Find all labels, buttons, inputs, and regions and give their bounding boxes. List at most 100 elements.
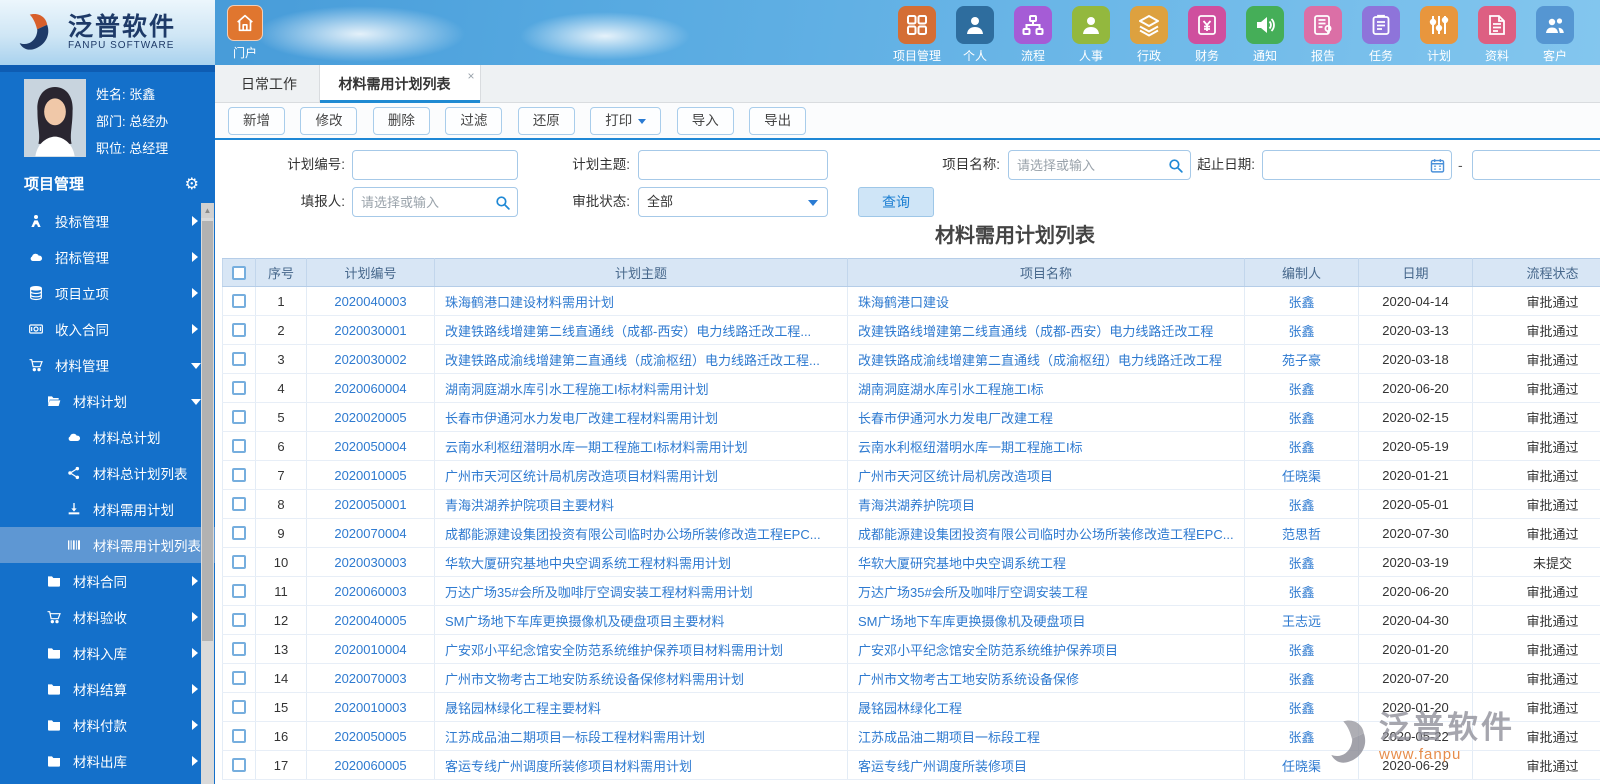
project-link[interactable]: 晟铭园林绿化工程 bbox=[847, 692, 1245, 722]
author-link[interactable]: 张鑫 bbox=[1244, 315, 1359, 345]
select-all-checkbox[interactable] bbox=[232, 265, 246, 280]
project-link[interactable]: 客运专线广州调度所装修项目 bbox=[847, 750, 1245, 780]
row-checkbox[interactable] bbox=[232, 613, 246, 627]
plan-no-link[interactable]: 2020030003 bbox=[306, 547, 435, 577]
sidebar-item-15[interactable]: 材料出库 bbox=[0, 743, 215, 779]
author-link[interactable]: 任晓渠 bbox=[1244, 750, 1359, 780]
module-grid-0[interactable]: 项目管理 bbox=[888, 6, 946, 64]
author-link[interactable]: 范思哲 bbox=[1244, 518, 1359, 548]
status-badge[interactable]: 审批通过 bbox=[1472, 460, 1600, 490]
status-badge[interactable]: 未提交 bbox=[1472, 547, 1600, 577]
plan-no-link[interactable]: 2020070004 bbox=[306, 518, 435, 548]
row-checkbox[interactable] bbox=[232, 700, 246, 714]
plan-no-link[interactable]: 2020050001 bbox=[306, 489, 435, 519]
module-safe-5[interactable]: 财务 bbox=[1178, 6, 1236, 64]
module-docpage-10[interactable]: 资料 bbox=[1468, 6, 1526, 64]
plan-no-link[interactable]: 2020030001 bbox=[306, 315, 435, 345]
author-link[interactable]: 张鑫 bbox=[1244, 431, 1359, 461]
row-checkbox[interactable] bbox=[232, 352, 246, 366]
plan-no-link[interactable]: 2020020005 bbox=[306, 402, 435, 432]
author-link[interactable]: 张鑫 bbox=[1244, 489, 1359, 519]
status-badge[interactable]: 审批通过 bbox=[1472, 402, 1600, 432]
subject-link[interactable]: 改建铁路线增建第二线直通线（成都-西安）电力线路迁改工程... bbox=[434, 315, 848, 345]
close-icon[interactable]: × bbox=[467, 57, 474, 95]
gear-icon[interactable]: ⚙ bbox=[185, 167, 199, 203]
sidebar-scrollbar[interactable]: ▲ bbox=[201, 203, 214, 784]
author-link[interactable]: 张鑫 bbox=[1244, 547, 1359, 577]
portal-button[interactable]: 门户 bbox=[222, 5, 268, 61]
plan-no-link[interactable]: 2020060004 bbox=[306, 373, 435, 403]
subject-link[interactable]: 青海洪湖养护院项目主要材料 bbox=[434, 489, 848, 519]
subject-link[interactable]: 改建铁路成渝线增建第二直通线（成渝枢纽）电力线路迁改工程... bbox=[434, 344, 848, 374]
project-link[interactable]: 长春市伊通河水力发电厂改建工程 bbox=[847, 402, 1245, 432]
status-badge[interactable]: 审批通过 bbox=[1472, 518, 1600, 548]
import-button[interactable]: 导入 bbox=[676, 107, 734, 135]
author-link[interactable]: 张鑫 bbox=[1244, 576, 1359, 606]
project-link[interactable]: 云南水利枢纽潜明水库一期工程施工I标 bbox=[847, 431, 1245, 461]
author-link[interactable]: 王志远 bbox=[1244, 605, 1359, 635]
subject-link[interactable]: 长春市伊通河水力发电厂改建工程材料需用计划 bbox=[434, 402, 848, 432]
sidebar-item-10[interactable]: 材料合同 bbox=[0, 563, 215, 599]
status-badge[interactable]: 审批通过 bbox=[1472, 634, 1600, 664]
tab-material-plan-list[interactable]: 材料需用计划列表 × bbox=[319, 65, 482, 103]
status-badge[interactable]: 审批通过 bbox=[1472, 315, 1600, 345]
plan-no-link[interactable]: 2020050004 bbox=[306, 431, 435, 461]
project-link[interactable]: 改建铁路线增建第二线直通线（成都-西安）电力线路迁改工程 bbox=[847, 315, 1245, 345]
subject-link[interactable]: 珠海鹤港口建设材料需用计划 bbox=[434, 286, 848, 316]
author-link[interactable]: 任晓渠 bbox=[1244, 460, 1359, 490]
scrollbar-up-arrow-icon[interactable]: ▲ bbox=[201, 203, 214, 218]
module-user-1[interactable]: 个人 bbox=[946, 6, 1004, 64]
module-sitemap-2[interactable]: 流程 bbox=[1004, 6, 1062, 64]
date-from-input[interactable] bbox=[1262, 150, 1452, 180]
project-link[interactable]: 成都能源建设集团投资有限公司临时办公场所装修改造工程EPC... bbox=[847, 518, 1245, 548]
row-checkbox[interactable] bbox=[232, 439, 246, 453]
sidebar-item-3[interactable]: 收入合同 bbox=[0, 311, 215, 347]
filter-button[interactable]: 过滤 bbox=[445, 107, 503, 135]
row-checkbox[interactable] bbox=[232, 584, 246, 598]
subject-link[interactable]: 江苏成品油二期项目一标段工程材料需用计划 bbox=[434, 721, 848, 751]
row-checkbox[interactable] bbox=[232, 642, 246, 656]
row-checkbox[interactable] bbox=[232, 729, 246, 743]
subject-link[interactable]: 广州市文物考古工地安防系统设备保修材料需用计划 bbox=[434, 663, 848, 693]
query-button[interactable]: 查询 bbox=[858, 187, 934, 217]
author-link[interactable]: 张鑫 bbox=[1244, 402, 1359, 432]
project-link[interactable]: 华软大厦研究基地中央空调系统工程 bbox=[847, 547, 1245, 577]
module-sliders-9[interactable]: 计划 bbox=[1410, 6, 1468, 64]
status-badge[interactable]: 审批通过 bbox=[1472, 431, 1600, 461]
sidebar-item-6[interactable]: 材料总计划 bbox=[0, 419, 215, 455]
status-badge[interactable]: 审批通过 bbox=[1472, 344, 1600, 374]
author-link[interactable]: 苑子豪 bbox=[1244, 344, 1359, 374]
row-checkbox[interactable] bbox=[232, 526, 246, 540]
plan-no-link[interactable]: 2020040003 bbox=[306, 286, 435, 316]
plan-subject-input[interactable] bbox=[638, 150, 828, 180]
status-badge[interactable]: 审批通过 bbox=[1472, 750, 1600, 780]
module-user-3[interactable]: 人事 bbox=[1062, 6, 1120, 64]
subject-link[interactable]: 成都能源建设集团投资有限公司临时办公场所装修改造工程EPC... bbox=[434, 518, 848, 548]
scrollbar-thumb[interactable] bbox=[202, 221, 213, 641]
search-icon[interactable] bbox=[494, 194, 511, 211]
row-checkbox[interactable] bbox=[232, 381, 246, 395]
author-link[interactable]: 张鑫 bbox=[1244, 663, 1359, 693]
subject-link[interactable]: 客运专线广州调度所装修项目材料需用计划 bbox=[434, 750, 848, 780]
row-checkbox[interactable] bbox=[232, 294, 246, 308]
date-to-input[interactable] bbox=[1472, 150, 1600, 180]
add-button[interactable]: 新增 bbox=[228, 107, 285, 135]
sidebar-item-8[interactable]: 材料需用计划 bbox=[0, 491, 215, 527]
plan-no-link[interactable]: 2020040005 bbox=[306, 605, 435, 635]
plan-no-link[interactable]: 2020070003 bbox=[306, 663, 435, 693]
status-badge[interactable]: 审批通过 bbox=[1472, 605, 1600, 635]
subject-link[interactable]: 云南水利枢纽潜明水库一期工程施工I标材料需用计划 bbox=[434, 431, 848, 461]
module-speaker-6[interactable]: 通知 bbox=[1236, 6, 1294, 64]
subject-link[interactable]: 广安邓小平纪念馆安全防范系统维护保养项目材料需用计划 bbox=[434, 634, 848, 664]
plan-no-link[interactable]: 2020060003 bbox=[306, 576, 435, 606]
subject-link[interactable]: 广州市天河区统计局机房改造项目材料需用计划 bbox=[434, 460, 848, 490]
row-checkbox[interactable] bbox=[232, 555, 246, 569]
export-button[interactable]: 导出 bbox=[749, 107, 807, 135]
author-link[interactable]: 张鑫 bbox=[1244, 692, 1359, 722]
status-badge[interactable]: 审批通过 bbox=[1472, 721, 1600, 751]
sidebar-item-5[interactable]: 材料计划 bbox=[0, 383, 215, 419]
project-link[interactable]: 珠海鹤港口建设 bbox=[847, 286, 1245, 316]
author-link[interactable]: 张鑫 bbox=[1244, 286, 1359, 316]
print-button[interactable]: 打印 bbox=[590, 107, 662, 135]
module-layers-4[interactable]: 行政 bbox=[1120, 6, 1178, 64]
